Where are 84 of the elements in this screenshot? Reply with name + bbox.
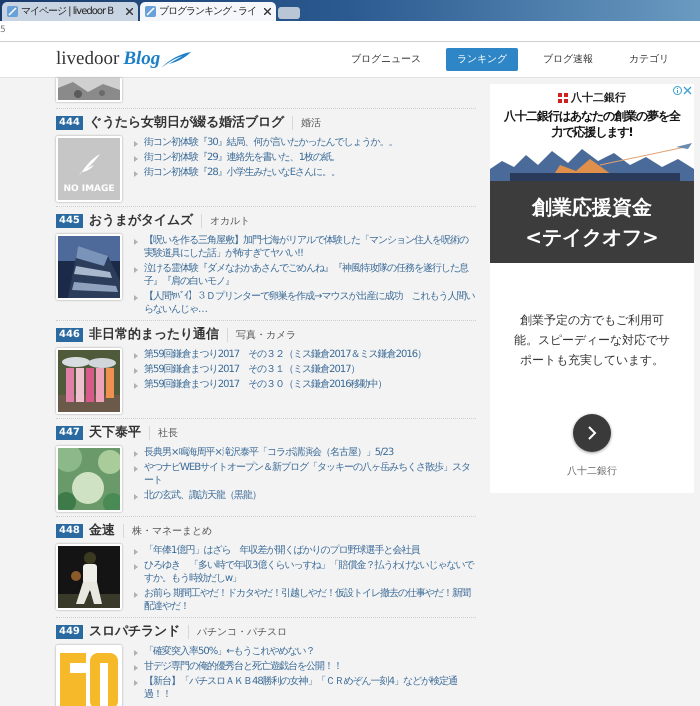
browser-tab[interactable]: マイページ | livedoor B (2, 2, 138, 21)
bullet-icon (134, 267, 138, 273)
tab-title: ブログランキング - ライ (159, 4, 257, 19)
category-label: 写真・カメラ (236, 328, 296, 342)
category-label: 株・マネーまとめ (132, 524, 212, 538)
blog-icon (145, 6, 156, 17)
bullet-icon (134, 494, 138, 500)
post-link[interactable]: 北の玄武、諏訪天龍（黒龍） (144, 489, 261, 502)
no-image-label: NO IMAGE (63, 182, 115, 196)
blog-title-link[interactable]: ぐうたら女朝日が綴る婚活ブログ (88, 113, 284, 133)
browser-tab[interactable]: ブログランキング - ライ (140, 2, 276, 21)
post-link[interactable]: 第59回鎌倉まつり2017 その３２（ミス鎌倉2017＆ミス鎌倉2016） (144, 348, 426, 361)
bank-logo-text: 八十二銀行 (571, 90, 626, 106)
post-link[interactable]: やつナビWEBサイトオープン＆新ブログ「タッキーの八ヶ岳みちくさ散歩」スタート (144, 461, 476, 487)
post-link[interactable]: 「確変突入率50%」←もうこれやめない？ (144, 645, 315, 658)
post-link[interactable]: 「年俸1億円」はざら 年収差が開くばかりのプロ野球選手と会社員 (144, 544, 420, 557)
bullet-icon (134, 451, 138, 457)
bullet-icon (134, 650, 138, 656)
blog-title-link[interactable]: 非日常的まったり通信 (88, 325, 219, 345)
post-link[interactable]: 街コン初体験『28』小学生みたいなEさんに。。 (144, 166, 340, 179)
close-icon[interactable] (126, 8, 133, 15)
tab-title: マイページ | livedoor B (21, 5, 114, 19)
post-link[interactable]: ひろゆき 「多い時で年収3億くらいっすね」「賠償金？払うわけないじゃないですか。もう時効だしw」 (144, 559, 476, 585)
blog-title-link[interactable]: 金速 (88, 521, 115, 541)
next-button[interactable] (573, 414, 611, 452)
post-link[interactable]: 【新台】「パチスロＡＫＢ48勝利の女神」「ＣＲめぞん一刻4」などが検定通過！！ (144, 675, 476, 701)
blog-title-link[interactable]: スロパチランド (88, 622, 180, 642)
bullet-icon (134, 368, 138, 374)
feather-icon (77, 152, 101, 176)
bank-logo-icon (558, 93, 568, 104)
nav-link[interactable]: ブログニュース (340, 48, 432, 71)
bullet-icon (134, 592, 138, 598)
rank-badge: 446 (56, 328, 83, 342)
close-icon[interactable] (264, 8, 271, 15)
post-link[interactable]: 長典男×鳴海周平×滝沢泰平「コラボ講演会（名古屋）」5/23 (144, 446, 394, 459)
bullet-icon (134, 141, 138, 147)
post-link[interactable]: 【呪いを作る三角屋敷】加門七海がリアルで体験した「マンション住人を呪術の実験道具にした話」が怖すぎてヤバい!! (144, 234, 476, 260)
nav-link[interactable]: ブログ速報 (532, 48, 604, 71)
address-bar[interactable]: 5 (0, 21, 700, 42)
chevron-right-icon (587, 425, 597, 441)
post-link[interactable]: 第59回鎌倉まつり2017 その３１（ミス鎌倉2017） (144, 363, 360, 376)
ad-product-name: <テイクオフ> (525, 224, 659, 250)
post-link[interactable]: 甘デジ専門の俺的優秀台と死亡遊戯台を公開！！ (144, 660, 342, 673)
bullet-icon (134, 239, 138, 245)
bullet-icon (134, 171, 138, 177)
bullet-icon (134, 295, 138, 301)
logo-product[interactable]: Blog (123, 45, 160, 74)
ad-description: 創業予定の方でもご利用可能。スピーディーな対応でサポートも充実しています。 (513, 312, 671, 368)
nav-link[interactable]: ランキング (446, 48, 518, 71)
blog-title-link[interactable]: おうまがタイムズ (88, 211, 193, 231)
bullet-icon (134, 665, 138, 671)
feather-icon (161, 52, 192, 68)
logo-brand[interactable]: livedoor (56, 45, 120, 74)
nav-link[interactable]: カテゴリ (618, 48, 680, 71)
bullet-icon (134, 383, 138, 389)
bullet-icon (134, 156, 138, 162)
post-link[interactable]: お前ら 期間工やだ！ドカタやだ！引越しやだ！仮設トイレ撤去の仕事やだ！新聞配達やだ！ (144, 587, 476, 613)
rank-badge: 444 (56, 116, 83, 130)
blog-icon (7, 6, 18, 17)
address-text: 5 (0, 24, 6, 38)
category-label: 社長 (158, 426, 178, 440)
post-link[interactable]: 街コン初体験『30』結局、何が言いたかったんでしょうか。。 (144, 136, 398, 149)
rank-badge: 447 (56, 426, 83, 440)
bullet-icon (134, 680, 138, 686)
post-link[interactable]: 街コン初体験『29』連絡先を書いた、1枚の紙。 (144, 151, 340, 164)
rank-badge: 445 (56, 214, 83, 228)
info-icon[interactable] (673, 86, 682, 95)
ad-headline: 八十二銀行はあなたの創業の夢を全力で応援します! (502, 108, 682, 140)
category-label: 婚活 (300, 116, 321, 130)
category-label: パチンコ・パチスロ (196, 626, 287, 640)
category-label: オカルト (210, 214, 250, 228)
blog-title-link[interactable]: 天下泰平 (88, 423, 141, 443)
rank-badge: 448 (56, 524, 83, 538)
bullet-icon (134, 353, 138, 359)
post-link[interactable]: 第59回鎌倉まつり2017 その３０（ミス鎌倉2016移動中） (144, 378, 387, 391)
bullet-icon (134, 549, 138, 555)
rank-badge: 449 (56, 625, 83, 639)
bullet-icon (134, 564, 138, 570)
post-link[interactable]: 泣ける霊体験『ダメなおかあさんでごめんね』『神風特攻隊の任務を遂行した息子』『肩の白いモノ』 (144, 262, 476, 288)
new-tab-button[interactable] (278, 7, 300, 19)
advertiser-name: 八十二銀行 (567, 464, 617, 479)
post-link[interactable]: 【人間ﾔﾊﾞｲ】３Ｄプリンターで卵巣を作成→マウスが出産に成功 これもう人間いらないんじゃ… (144, 290, 476, 316)
ad-product-name: 創業応援資金 (532, 194, 652, 220)
bullet-icon (134, 466, 138, 472)
